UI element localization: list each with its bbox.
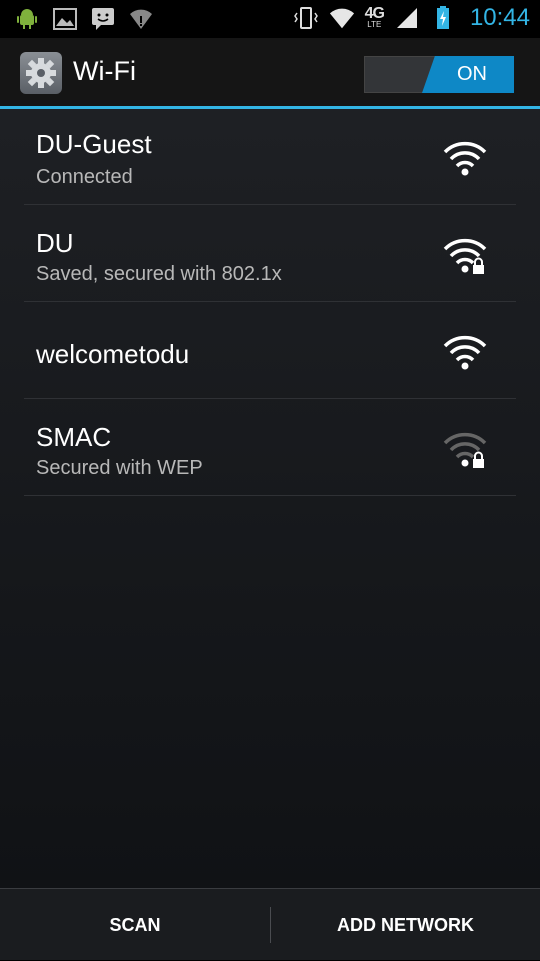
vibrate-icon [293,5,319,31]
network-ssid: DU-Guest [36,129,152,159]
android-icon [14,6,40,32]
bottom-action-bar: SCAN ADD NETWORK [0,888,540,960]
settings-gear-icon[interactable] [20,52,62,94]
lte-icon: 4G LTE [364,5,385,29]
network-sub-label: LTE [367,20,382,29]
network-row-du-guest[interactable]: DU-Guest Connected [24,109,516,205]
wifi-signal-weak-secure-icon [443,432,487,468]
network-ssid: SMAC [36,422,112,452]
network-type-label: 4G [364,5,385,22]
wifi-signal-icon [443,141,487,176]
wifi-toggle[interactable]: ON [364,56,514,93]
network-row-du[interactable]: DU Saved, secured with 802.1x [24,206,516,302]
network-list: DU-Guest Connected DU Saved, secured wit… [0,109,540,888]
page-title: Wi-Fi [73,56,136,86]
network-summary: Saved, secured with 802.1x [36,263,282,285]
image-icon [52,6,78,32]
wifi-icon [329,5,355,31]
network-row-smac[interactable]: SMAC Secured with WEP [24,400,516,496]
clock: 10:44 [469,4,530,31]
battery-icon [430,5,456,31]
chat-icon [90,6,116,32]
network-summary: Connected [36,166,133,188]
wifi-signal-secure-icon [443,238,487,274]
network-summary: Secured with WEP [36,457,203,479]
status-bar: 4G LTE 10:44 [0,0,540,38]
wifi-signal-icon [443,335,487,370]
cell-signal-icon [394,5,420,31]
network-ssid: welcometodu [36,339,190,369]
wifi-alert-icon [128,6,154,32]
network-row-welcometodu[interactable]: welcometodu [24,303,516,399]
add-network-button[interactable]: ADD NETWORK [271,889,540,961]
network-ssid: DU [36,228,74,258]
scan-button[interactable]: SCAN [0,889,270,961]
toggle-on-label: ON [422,56,514,93]
